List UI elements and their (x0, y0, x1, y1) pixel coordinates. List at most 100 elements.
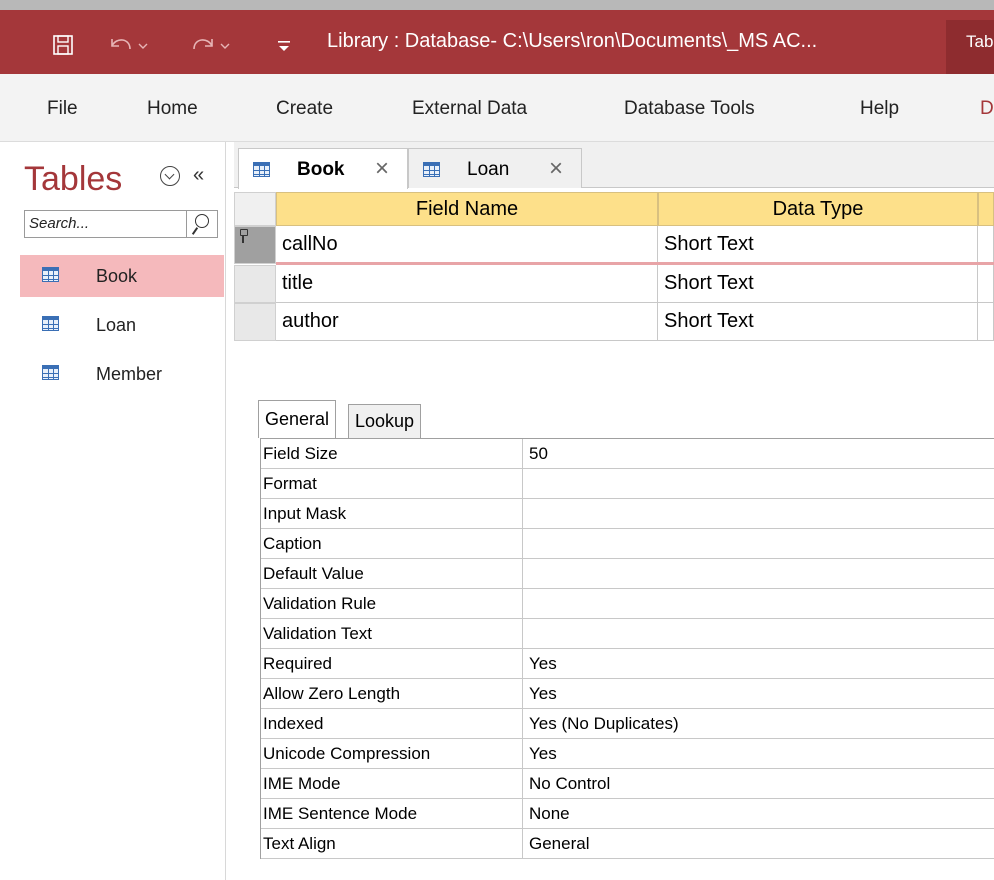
tab-general[interactable]: General (258, 400, 337, 438)
tab-label: Loan (467, 159, 510, 180)
ribbon-tab-home[interactable]: Home (147, 98, 198, 120)
property-row[interactable]: Allow Zero Length Yes (261, 679, 994, 709)
property-value[interactable]: No Control (523, 769, 994, 798)
primary-key-icon (239, 229, 248, 243)
window-title: Library : Database- C:\Users\ron\Documen… (327, 30, 818, 52)
description-cell[interactable] (978, 265, 994, 303)
ribbon-tab-external-data[interactable]: External Data (412, 98, 527, 120)
property-value[interactable] (523, 529, 994, 558)
property-row[interactable]: Input Mask (261, 499, 994, 529)
property-value[interactable] (523, 499, 994, 528)
table-icon (42, 267, 59, 282)
property-row[interactable]: IME Mode No Control (261, 769, 994, 799)
row-selector[interactable] (234, 303, 276, 341)
search-icon (195, 214, 209, 228)
property-name: IME Sentence Mode (261, 799, 523, 828)
nav-pane-title[interactable]: Tables (24, 160, 122, 199)
contextual-tab-label: Tab (966, 32, 994, 51)
ribbon-tab-design[interactable]: D (980, 98, 994, 120)
property-name: Text Align (261, 829, 523, 858)
nav-item-label: Member (96, 364, 163, 384)
property-name: Required (261, 649, 523, 678)
property-value[interactable]: Yes (523, 649, 994, 678)
nav-item-label: Loan (96, 315, 137, 335)
property-row[interactable]: Indexed Yes (No Duplicates) (261, 709, 994, 739)
save-icon[interactable] (50, 32, 76, 58)
select-all-corner[interactable] (234, 192, 276, 226)
property-row[interactable]: Text Align General (261, 829, 994, 859)
property-row[interactable]: Required Yes (261, 649, 994, 679)
property-value[interactable] (523, 469, 994, 498)
property-value[interactable] (523, 589, 994, 618)
property-name: Validation Text (261, 619, 523, 648)
field-name-cell[interactable]: title (276, 265, 658, 303)
property-name: Input Mask (261, 499, 523, 528)
property-name: Allow Zero Length (261, 679, 523, 708)
property-value[interactable]: Yes (523, 679, 994, 708)
data-type-cell[interactable]: Short Text (658, 265, 978, 303)
property-value[interactable]: 50 (523, 439, 994, 468)
data-type-cell[interactable]: Short Text (658, 226, 978, 264)
property-row[interactable]: Default Value (261, 559, 994, 589)
undo-icon[interactable] (104, 32, 152, 58)
property-row[interactable]: Validation Text (261, 619, 994, 649)
column-header-data-type: Data Type (658, 192, 978, 226)
column-header-description (978, 192, 994, 226)
tab-loan[interactable]: Loan × (408, 148, 582, 188)
property-name: Validation Rule (261, 589, 523, 618)
nav-search-box (24, 210, 218, 238)
window-top-strip (0, 0, 994, 10)
property-value[interactable] (523, 559, 994, 588)
property-name: Indexed (261, 709, 523, 738)
field-properties-panel: General Lookup Field Size 50 Format Input… (250, 400, 994, 870)
property-row[interactable]: Unicode Compression Yes (261, 739, 994, 769)
field-name-cell[interactable]: author (276, 303, 658, 341)
nav-item-loan[interactable]: Loan (20, 304, 224, 346)
ribbon-tab-help[interactable]: Help (860, 98, 899, 120)
tab-lookup[interactable]: Lookup (348, 404, 422, 438)
data-type-cell[interactable]: Short Text (658, 303, 978, 341)
ribbon-tab-database-tools[interactable]: Database Tools (624, 98, 755, 120)
property-value[interactable]: Yes (523, 739, 994, 768)
property-row[interactable]: Caption (261, 529, 994, 559)
redo-icon[interactable] (188, 32, 236, 58)
column-header-field-name: Field Name (276, 192, 658, 226)
property-row[interactable]: Field Size 50 (261, 439, 994, 469)
property-row[interactable]: IME Sentence Mode None (261, 799, 994, 829)
table-icon (42, 365, 59, 380)
nav-menu-dropdown-icon[interactable] (160, 166, 180, 186)
table-icon (42, 316, 59, 331)
description-cell[interactable] (978, 226, 994, 264)
description-cell[interactable] (978, 303, 994, 341)
nav-item-book[interactable]: Book (20, 255, 224, 297)
search-input[interactable] (29, 215, 179, 232)
row-selector[interactable] (234, 226, 276, 264)
property-row[interactable]: Validation Rule (261, 589, 994, 619)
search-button[interactable] (186, 211, 218, 237)
property-name: Field Size (261, 439, 523, 468)
nav-item-member[interactable]: Member (20, 353, 224, 395)
tab-book[interactable]: Book × (238, 148, 408, 189)
tab-label: Book (297, 159, 345, 180)
customize-qat-icon[interactable] (272, 32, 296, 58)
contextual-tab-group[interactable]: Tab (946, 20, 994, 74)
property-value[interactable]: General (523, 829, 994, 858)
ribbon-tab-file[interactable]: File (47, 98, 78, 120)
row-selector[interactable] (234, 265, 276, 303)
navigation-pane: Tables « Book Loan Member (0, 142, 226, 880)
table-icon (423, 162, 440, 177)
close-icon[interactable]: × (375, 155, 389, 183)
property-name: Format (261, 469, 523, 498)
property-value[interactable]: Yes (No Duplicates) (523, 709, 994, 738)
property-name: Caption (261, 529, 523, 558)
ribbon-tab-create[interactable]: Create (276, 98, 333, 120)
ribbon-tab-bar: File Home Create External Data Database … (0, 74, 994, 142)
field-name-cell[interactable]: callNo (276, 226, 658, 264)
collapse-pane-icon[interactable]: « (193, 164, 204, 187)
property-name: Unicode Compression (261, 739, 523, 768)
property-row[interactable]: Format (261, 469, 994, 499)
title-bar: Library : Database- C:\Users\ron\Documen… (0, 0, 994, 74)
property-value[interactable]: None (523, 799, 994, 828)
close-icon[interactable]: × (549, 155, 563, 183)
property-value[interactable] (523, 619, 994, 648)
